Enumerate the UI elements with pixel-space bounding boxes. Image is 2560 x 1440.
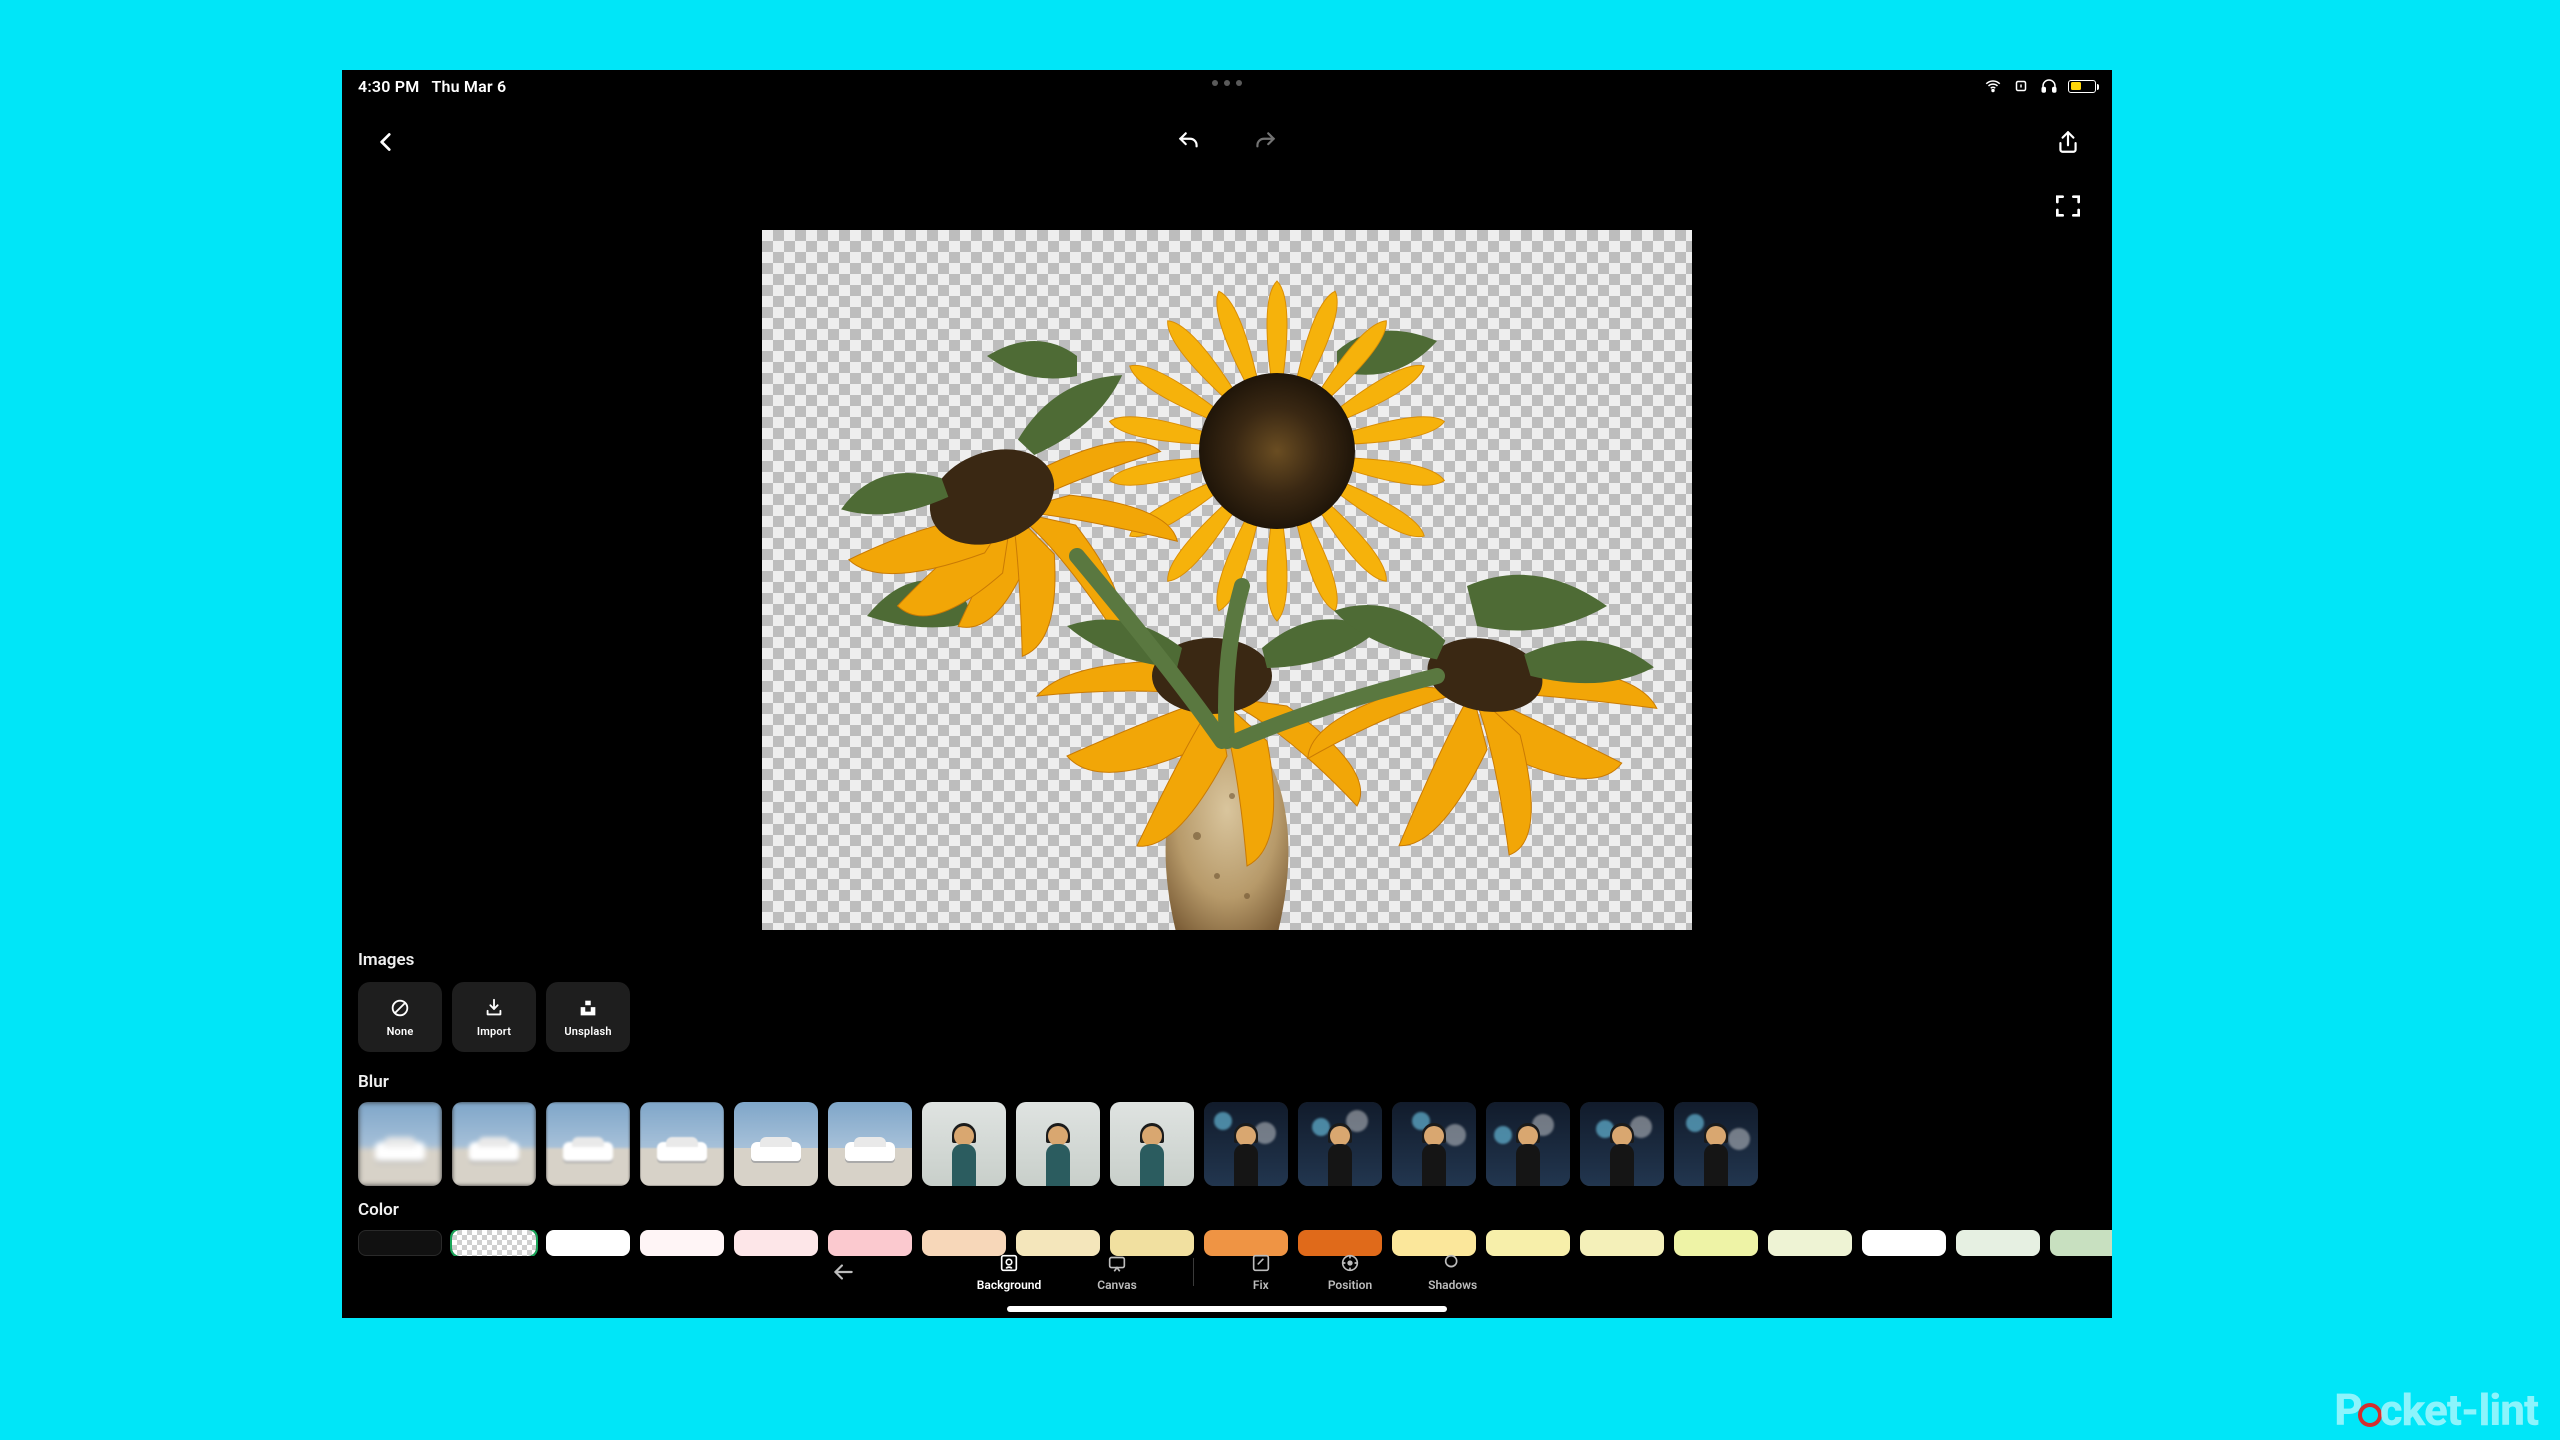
images-section: Images None Import Unsplash bbox=[358, 950, 2096, 1052]
images-import-button[interactable]: Import bbox=[452, 982, 536, 1052]
ipad-frame: 4:30 PM Thu Mar 6 bbox=[342, 70, 2112, 1318]
blur-thumb[interactable] bbox=[1110, 1102, 1194, 1186]
multitask-pill[interactable] bbox=[1212, 80, 1242, 86]
headphones-icon bbox=[2040, 77, 2058, 95]
editor-canvas[interactable] bbox=[762, 230, 1692, 930]
blur-thumb[interactable] bbox=[1298, 1102, 1382, 1186]
status-right bbox=[1984, 77, 2096, 95]
blur-thumbnail-strip[interactable] bbox=[358, 1102, 2112, 1186]
tab-position[interactable]: Position bbox=[1328, 1252, 1372, 1292]
blur-section: Blur bbox=[358, 1072, 2112, 1186]
status-date: Thu Mar 6 bbox=[431, 77, 506, 96]
top-toolbar bbox=[342, 114, 2112, 170]
watermark: Pcket-lint bbox=[2334, 1384, 2538, 1436]
images-none-label: None bbox=[387, 1025, 414, 1038]
images-section-label: Images bbox=[358, 950, 2096, 970]
tab-position-label: Position bbox=[1328, 1278, 1372, 1292]
blur-thumb[interactable] bbox=[546, 1102, 630, 1186]
blur-thumb[interactable] bbox=[640, 1102, 724, 1186]
home-indicator[interactable] bbox=[1007, 1306, 1447, 1312]
back-button[interactable] bbox=[370, 126, 402, 158]
blur-thumb[interactable] bbox=[1486, 1102, 1570, 1186]
tab-canvas-label: Canvas bbox=[1097, 1278, 1137, 1292]
tab-background-label: Background bbox=[977, 1278, 1041, 1292]
tab-fix-label: Fix bbox=[1253, 1278, 1269, 1292]
blur-section-label: Blur bbox=[358, 1072, 2112, 1092]
blur-thumb[interactable] bbox=[922, 1102, 1006, 1186]
subject-image bbox=[777, 236, 1677, 930]
blur-thumb[interactable] bbox=[1580, 1102, 1664, 1186]
redo-button[interactable] bbox=[1249, 126, 1281, 158]
blur-thumb[interactable] bbox=[828, 1102, 912, 1186]
battery-icon bbox=[2068, 80, 2096, 93]
status-bar: 4:30 PM Thu Mar 6 bbox=[342, 70, 2112, 102]
images-unsplash-button[interactable]: Unsplash bbox=[546, 982, 630, 1052]
tab-canvas[interactable]: Canvas bbox=[1097, 1252, 1137, 1292]
undo-button[interactable] bbox=[1173, 126, 1205, 158]
share-button[interactable] bbox=[2052, 126, 2084, 158]
tab-background[interactable]: Background bbox=[977, 1252, 1041, 1292]
blur-thumb[interactable] bbox=[1016, 1102, 1100, 1186]
fullscreen-button[interactable] bbox=[2052, 190, 2084, 222]
wifi-icon bbox=[1984, 77, 2002, 95]
blur-thumb[interactable] bbox=[1392, 1102, 1476, 1186]
status-time: 4:30 PM bbox=[358, 77, 419, 96]
blur-thumb[interactable] bbox=[1204, 1102, 1288, 1186]
toolbar-divider bbox=[1193, 1258, 1194, 1286]
images-none-button[interactable]: None bbox=[358, 982, 442, 1052]
tab-shadows[interactable]: Shadows bbox=[1428, 1252, 1477, 1292]
images-import-label: Import bbox=[477, 1025, 511, 1038]
blur-thumb[interactable] bbox=[452, 1102, 536, 1186]
blur-thumb[interactable] bbox=[358, 1102, 442, 1186]
rotation-lock-icon bbox=[2012, 77, 2030, 95]
status-left: 4:30 PM Thu Mar 6 bbox=[358, 77, 506, 96]
tab-fix[interactable]: Fix bbox=[1250, 1252, 1272, 1292]
blur-thumb[interactable] bbox=[1674, 1102, 1758, 1186]
images-unsplash-label: Unsplash bbox=[564, 1025, 611, 1038]
color-section-label: Color bbox=[358, 1200, 2112, 1220]
bottom-toolbar: Background Canvas Fix Position Shadows bbox=[342, 1242, 2112, 1302]
toolbar-back-button[interactable] bbox=[827, 1256, 859, 1288]
blur-thumb[interactable] bbox=[734, 1102, 818, 1186]
tab-shadows-label: Shadows bbox=[1428, 1278, 1477, 1292]
